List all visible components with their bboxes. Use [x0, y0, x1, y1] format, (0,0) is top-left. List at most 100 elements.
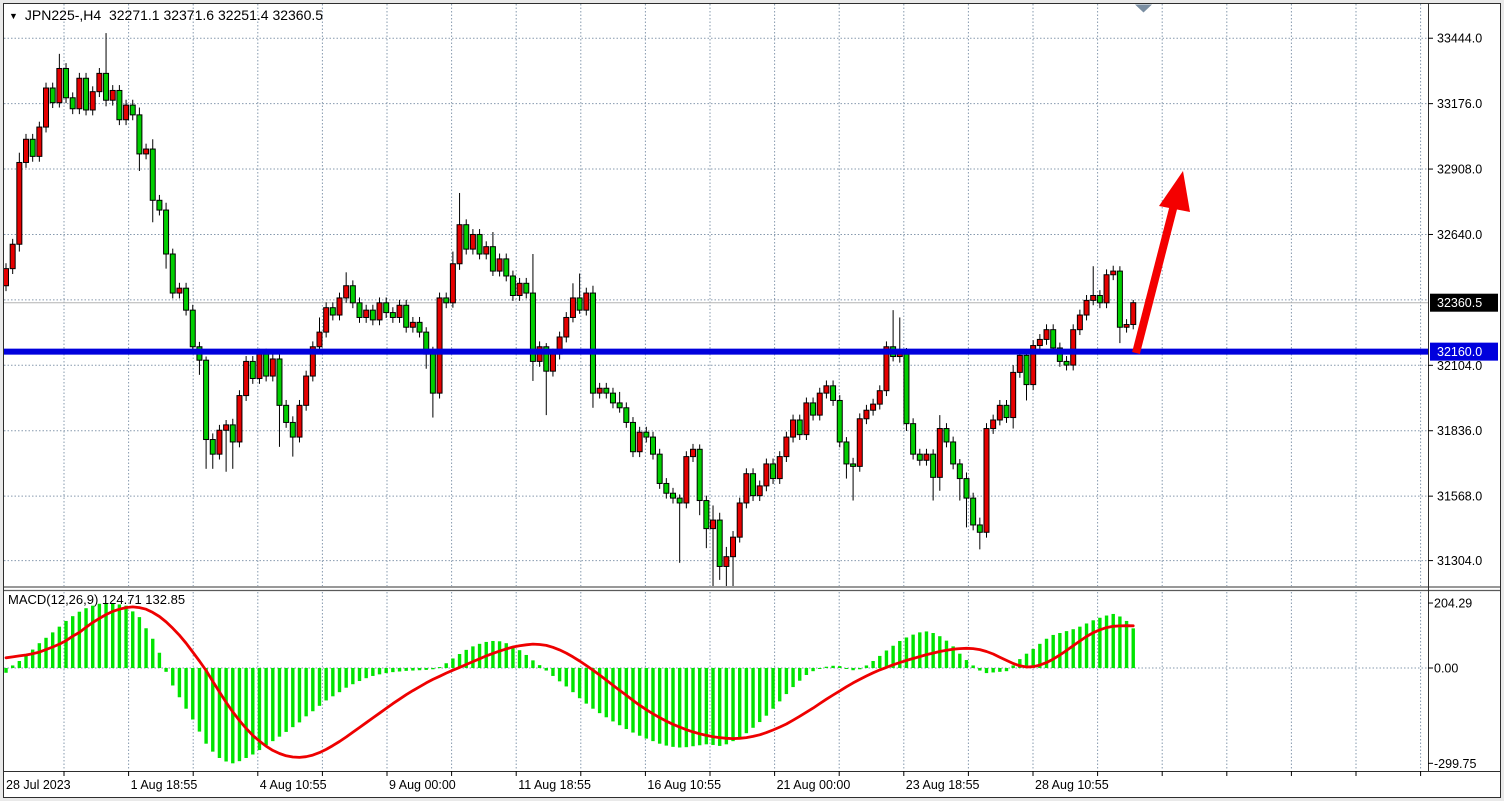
macd-bar: [198, 668, 201, 732]
candle-body: [444, 298, 449, 303]
candle-body: [4, 269, 9, 286]
macd-bar: [331, 668, 334, 696]
macd-bar: [831, 666, 834, 668]
time-axis-label: 1 Aug 18:55: [131, 778, 198, 792]
candle-body: [1051, 330, 1056, 348]
macd-bar: [371, 668, 374, 676]
macd-bar: [965, 660, 968, 668]
macd-bar: [791, 668, 794, 687]
macd-bar: [151, 639, 154, 668]
macd-bar: [311, 668, 314, 711]
chart-canvas[interactable]: 33444.033176.032908.032640.032104.031836…: [0, 0, 1504, 801]
candle-body: [490, 247, 495, 271]
macd-bar: [751, 668, 754, 728]
candle-body: [717, 520, 722, 566]
candle-body: [917, 454, 922, 460]
candle-body: [277, 359, 282, 405]
price-axis-label: 31568.0: [1437, 490, 1482, 504]
time-axis-label: 16 Aug 10:55: [647, 778, 721, 792]
candle-body: [184, 288, 189, 310]
candle-body: [871, 404, 876, 410]
macd-bar: [18, 661, 21, 668]
candle-body: [70, 98, 75, 109]
macd-bar: [565, 668, 568, 686]
candle-body: [1037, 339, 1042, 345]
macd-bar: [718, 668, 721, 746]
macd-bar: [164, 668, 167, 672]
trading-chart-svg: 33444.033176.032908.032640.032104.031836…: [0, 0, 1504, 801]
macd-bar: [344, 668, 347, 688]
chart-plot-area[interactable]: [4, 4, 1428, 586]
macd-bar: [124, 606, 127, 668]
candle-body: [124, 105, 129, 120]
candle-body: [464, 225, 469, 249]
macd-bar: [171, 668, 174, 685]
macd-bar: [58, 627, 61, 668]
candle-body: [804, 403, 809, 435]
time-axis-label: 11 Aug 18:55: [518, 778, 591, 792]
macd-bar: [78, 612, 81, 668]
candle-body: [697, 449, 702, 500]
candle-body: [110, 90, 115, 100]
candle-body: [84, 78, 89, 110]
candle-body: [797, 420, 802, 435]
candle-body: [604, 388, 609, 393]
candle-body: [644, 432, 649, 437]
macd-bar: [991, 668, 994, 672]
macd-bar: [384, 668, 387, 673]
macd-bar: [84, 608, 87, 668]
macd-bar: [438, 667, 441, 668]
macd-bar: [284, 668, 287, 732]
candle-body: [724, 557, 729, 567]
candle-body: [624, 408, 629, 423]
macd-bar: [178, 668, 181, 697]
candle-body: [104, 73, 109, 100]
candle-body: [1024, 355, 1029, 384]
macd-bar: [44, 638, 47, 668]
candle-body: [757, 486, 762, 496]
macd-bar: [578, 668, 581, 698]
price-axis-label: 31836.0: [1437, 424, 1482, 438]
symbol-dropdown-icon[interactable]: ▼: [9, 11, 18, 21]
macd-bar: [785, 668, 788, 694]
candle-body: [164, 210, 169, 254]
candle-body: [764, 464, 769, 486]
candle-body: [664, 483, 669, 493]
candle-body: [771, 464, 776, 479]
price-axis-label: 32640.0: [1437, 228, 1482, 242]
time-axis-label: 28 Jul 2023: [6, 778, 71, 792]
macd-bar: [1051, 635, 1054, 668]
time-axis-label: 21 Aug 00:00: [777, 778, 851, 792]
macd-bar: [298, 668, 301, 722]
macd-bar: [998, 668, 1001, 672]
macd-bar: [531, 660, 534, 668]
candle-body: [677, 498, 682, 503]
macd-bar: [51, 632, 54, 668]
macd-bar: [905, 637, 908, 668]
candle-body: [417, 322, 422, 332]
macd-bar: [918, 632, 921, 668]
macd-indicator-label: MACD(12,26,9) 124.71 132.85: [8, 592, 185, 607]
candle-body: [731, 537, 736, 557]
candle-body: [590, 293, 595, 393]
candle-body: [997, 405, 1002, 420]
candle-body: [1017, 355, 1022, 372]
price-axis-area[interactable]: [1429, 4, 1500, 771]
candle-body: [264, 354, 269, 376]
time-axis-label: 4 Aug 10:55: [260, 778, 327, 792]
candle-body: [684, 457, 689, 503]
candle-body: [390, 313, 395, 318]
candle-body: [877, 391, 882, 404]
support-level-line[interactable]: [4, 349, 1428, 355]
candle-body: [1117, 271, 1122, 327]
macd-bar: [658, 668, 661, 744]
candle-body: [344, 286, 349, 298]
macd-bar: [1098, 618, 1101, 668]
macd-bar: [705, 668, 708, 744]
candle-body: [404, 305, 409, 327]
macd-bar: [778, 668, 781, 701]
candle-body: [117, 90, 122, 119]
candle-body: [304, 376, 309, 405]
macd-bar: [1125, 621, 1128, 668]
candle-body: [517, 283, 522, 295]
